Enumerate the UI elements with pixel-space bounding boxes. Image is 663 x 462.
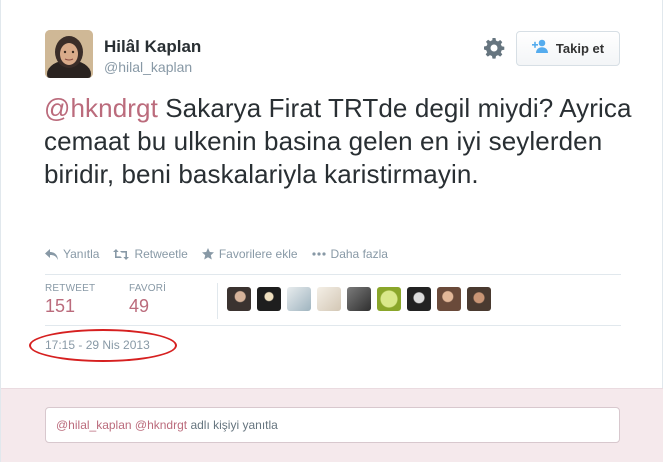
mini-avatar[interactable] bbox=[227, 287, 251, 311]
retweet-icon bbox=[113, 248, 130, 260]
tweet-actions: Yanıtla Retweetle Favorilere ekle Daha f… bbox=[45, 247, 388, 261]
tweet-stats: RETWEET 151 FAVORİ 49 bbox=[45, 274, 621, 326]
star-icon bbox=[201, 248, 214, 260]
tweet-card: Hilâl Kaplan @hilal_kaplan Takip et @hkn… bbox=[0, 0, 663, 462]
retweet-stat-label: RETWEET bbox=[45, 283, 96, 294]
follow-button[interactable]: Takip et bbox=[516, 31, 620, 66]
more-action[interactable]: Daha fazla bbox=[311, 247, 388, 261]
user-avatars-row bbox=[227, 287, 491, 311]
mini-avatar[interactable] bbox=[437, 287, 461, 311]
favorite-action[interactable]: Favorilere ekle bbox=[201, 247, 298, 261]
reply-icon bbox=[45, 248, 58, 260]
annotation-circle bbox=[29, 329, 177, 362]
more-icon bbox=[311, 252, 326, 256]
reply-mention-2: @hkndrgt bbox=[134, 418, 188, 432]
gear-icon[interactable] bbox=[482, 36, 506, 60]
reply-label: Yanıtla bbox=[63, 247, 100, 261]
reply-input[interactable]: @hilal_kaplan @hkndrgt adlı kişiyi yanıt… bbox=[45, 407, 620, 443]
mini-avatar[interactable] bbox=[467, 287, 491, 311]
mini-avatar[interactable] bbox=[347, 287, 371, 311]
retweet-stat[interactable]: RETWEET 151 bbox=[45, 283, 95, 317]
profile-fullname[interactable]: Hilâl Kaplan bbox=[104, 37, 201, 57]
mini-avatar[interactable] bbox=[257, 287, 281, 311]
favorite-label: Favorilere ekle bbox=[218, 247, 298, 261]
avatar[interactable] bbox=[45, 30, 93, 78]
retweet-count: 151 bbox=[45, 296, 76, 316]
reply-placeholder-suffix: adlı kişiyi yanıtla bbox=[187, 418, 278, 432]
more-label: Daha fazla bbox=[330, 247, 388, 261]
follow-person-icon bbox=[531, 39, 550, 58]
favorite-stat[interactable]: FAVORİ 49 bbox=[129, 283, 166, 317]
mini-avatar[interactable] bbox=[377, 287, 401, 311]
reply-mention-1: @hilal_kaplan bbox=[56, 418, 132, 432]
reply-action[interactable]: Yanıtla bbox=[45, 247, 99, 261]
retweet-action[interactable]: Retweetle bbox=[113, 247, 188, 261]
mini-avatar[interactable] bbox=[317, 287, 341, 311]
mini-avatar[interactable] bbox=[407, 287, 431, 311]
favorite-count: 49 bbox=[129, 296, 150, 316]
stats-divider bbox=[217, 283, 218, 319]
tweet-mention-link[interactable]: @hkndrgt bbox=[44, 93, 158, 123]
retweet-label: Retweetle bbox=[134, 247, 188, 261]
follow-button-label: Takip et bbox=[555, 41, 605, 56]
profile-username[interactable]: @hilal_kaplan bbox=[104, 59, 192, 75]
reply-area: @hilal_kaplan @hkndrgt adlı kişiyi yanıt… bbox=[1, 388, 663, 462]
mini-avatar[interactable] bbox=[287, 287, 311, 311]
favorite-stat-label: FAVORİ bbox=[129, 283, 167, 294]
tweet-text: @hkndrgt Sakarya Firat TRTde degil miydi… bbox=[44, 92, 634, 191]
